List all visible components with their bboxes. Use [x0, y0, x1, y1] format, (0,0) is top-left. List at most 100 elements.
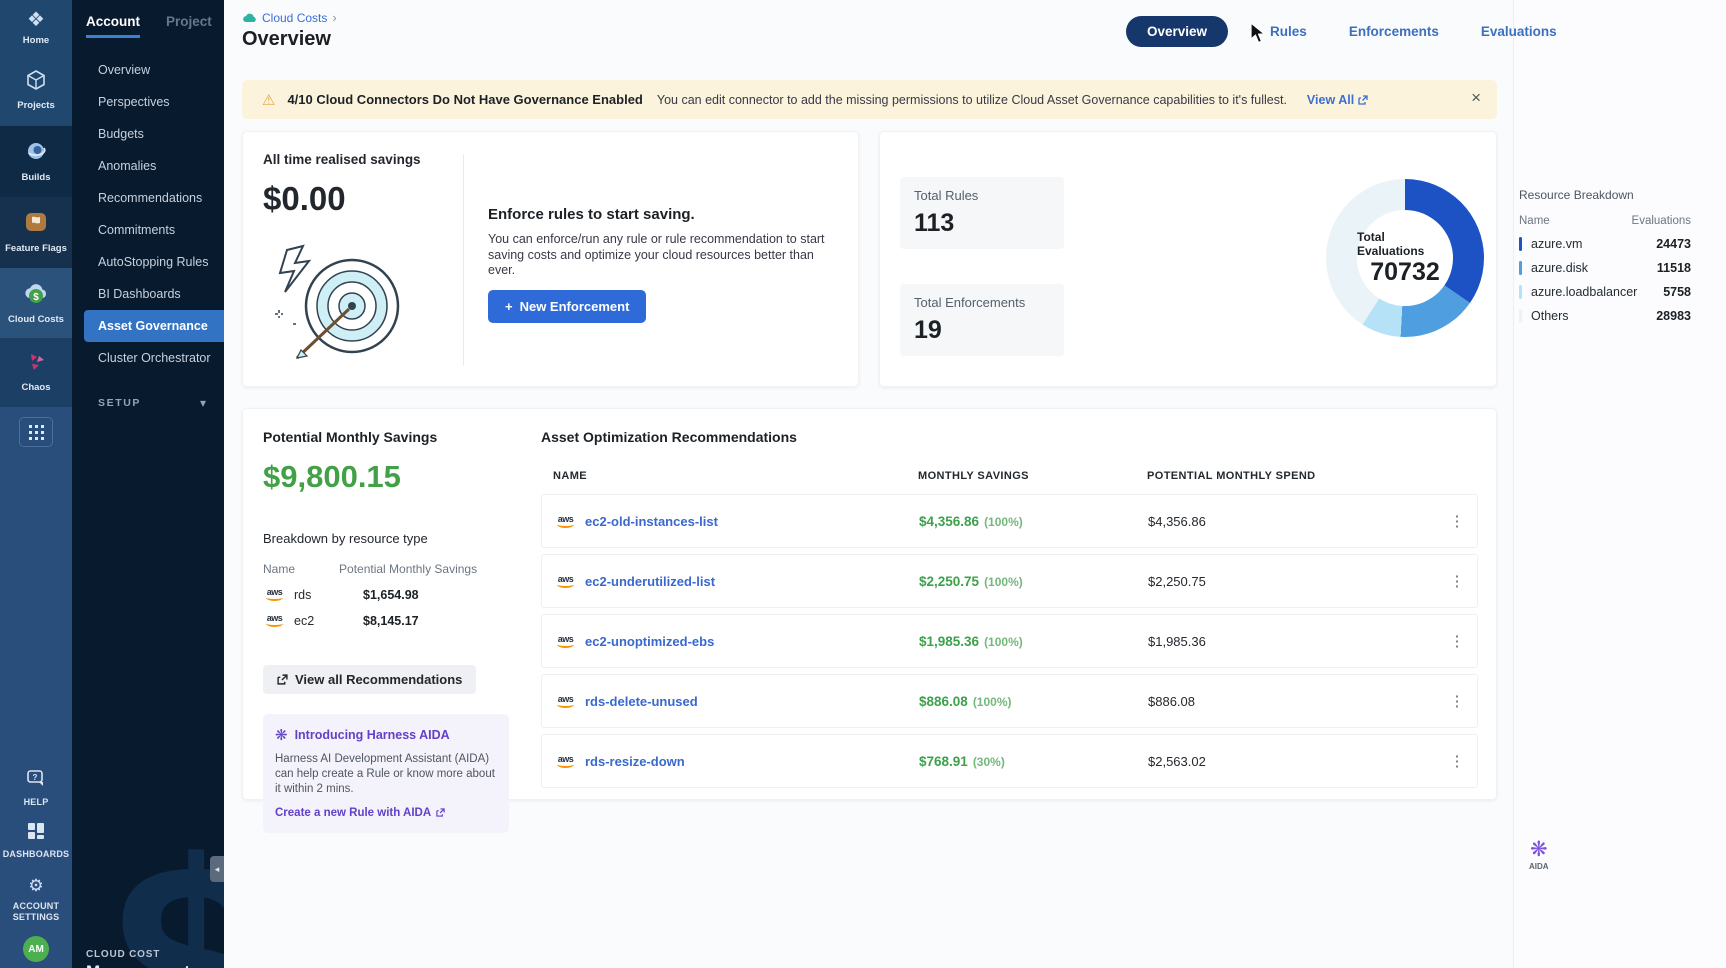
- realised-savings-card: All time realised savings $0.00 Enforce …: [242, 131, 859, 387]
- breadcrumb-chevron-icon: ›: [332, 10, 336, 25]
- tab-rules[interactable]: Rules: [1270, 24, 1307, 39]
- kebab-menu-icon[interactable]: ⋮: [1447, 692, 1467, 710]
- rail-item-chaos[interactable]: Chaos: [0, 338, 72, 407]
- help-icon: ?: [26, 770, 46, 788]
- recommendations-title: Asset Optimization Recommendations: [541, 429, 1478, 445]
- banner-view-all-link[interactable]: View All: [1307, 93, 1368, 107]
- sidebar-item-bi-dashboards[interactable]: BI Dashboards: [72, 278, 224, 310]
- aws-icon: aws: [554, 574, 577, 589]
- breadcrumb-cloud-costs-link[interactable]: Cloud Costs: [262, 11, 327, 25]
- breadcrumb: Cloud Costs ›: [242, 10, 337, 25]
- rule-link[interactable]: ec2-underutilized-list: [585, 574, 715, 589]
- recommendations-table-header: NAME MONTHLY SAVINGS POTENTIAL MONTHLY S…: [541, 470, 1478, 482]
- external-link-icon: [1358, 95, 1368, 105]
- legend-row: Others 28983: [1519, 309, 1691, 323]
- new-enforcement-button[interactable]: + New Enforcement: [488, 290, 646, 323]
- sidebar-setup-toggle[interactable]: SETUP ▾: [98, 396, 206, 410]
- kebab-menu-icon[interactable]: ⋮: [1447, 572, 1467, 590]
- col-name: NAME: [553, 470, 918, 482]
- aida-create-rule-link[interactable]: Create a new Rule with AIDA: [275, 807, 497, 819]
- rail-item-home[interactable]: ❖ Home: [0, 0, 72, 55]
- tab-project[interactable]: Project: [166, 14, 212, 38]
- realised-savings-label: All time realised savings: [263, 152, 421, 167]
- col-monthly-savings: MONTHLY SAVINGS: [918, 470, 1147, 482]
- sidebar-item-commitments[interactable]: Commitments: [72, 214, 224, 246]
- legend-row: azure.vm 24473: [1519, 237, 1691, 251]
- sidebar-menu: Overview Perspectives Budgets Anomalies …: [72, 54, 224, 374]
- builds-icon: [24, 139, 48, 163]
- total-rules-stat: Total Rules 113: [900, 177, 1064, 249]
- card-divider: [463, 154, 464, 366]
- tab-evaluations[interactable]: Evaluations: [1481, 24, 1557, 39]
- external-link-icon: [436, 808, 445, 817]
- feature-flags-icon: [24, 210, 48, 234]
- gear-icon: ⚙: [2, 875, 70, 897]
- sidebar-collapse-handle[interactable]: ◂: [210, 856, 224, 882]
- realised-savings-value: $0.00: [263, 180, 346, 218]
- cloud-costs-breadcrumb-icon: [242, 12, 257, 23]
- aws-icon: aws: [554, 514, 577, 529]
- pot-col-value: Potential Monthly Savings: [339, 562, 477, 576]
- sidebar-item-asset-governance[interactable]: Asset Governance: [84, 310, 224, 342]
- module-grid-button[interactable]: [19, 417, 53, 447]
- projects-cube-icon: [25, 69, 47, 91]
- aida-floating-button[interactable]: ❋ AIDA: [1529, 840, 1549, 871]
- table-row[interactable]: awsec2-underutilized-list $2,250.75(100%…: [541, 554, 1478, 608]
- sidebar-item-budgets[interactable]: Budgets: [72, 118, 224, 150]
- table-row[interactable]: awsrds-delete-unused $886.08(100%) $886.…: [541, 674, 1478, 728]
- rule-link[interactable]: ec2-unoptimized-ebs: [585, 634, 714, 649]
- sidebar-item-perspectives[interactable]: Perspectives: [72, 86, 224, 118]
- rail-item-builds[interactable]: Builds: [0, 126, 72, 197]
- user-avatar[interactable]: AM: [23, 936, 49, 962]
- kebab-menu-icon[interactable]: ⋮: [1447, 512, 1467, 530]
- col-potential-monthly-spend: POTENTIAL MONTHLY SPEND: [1147, 470, 1478, 482]
- rail-item-cloud-costs[interactable]: $ Cloud Costs: [0, 268, 72, 339]
- aws-icon: aws: [263, 613, 286, 628]
- rail-item-feature-flags[interactable]: Feature Flags: [0, 197, 72, 268]
- aida-title: Introducing Harness AIDA: [295, 728, 450, 742]
- banner-body: You can edit connector to add the missin…: [657, 93, 1287, 107]
- aida-promo-panel: ❋ Introducing Harness AIDA Harness AI De…: [263, 714, 509, 833]
- banner-close-icon[interactable]: ×: [1471, 88, 1481, 108]
- kebab-menu-icon[interactable]: ⋮: [1447, 752, 1467, 770]
- legend-swatch: [1519, 309, 1522, 323]
- asset-optimization-section: Asset Optimization Recommendations NAME …: [541, 429, 1478, 794]
- warning-icon: ⚠: [262, 91, 275, 109]
- rule-link[interactable]: ec2-old-instances-list: [585, 514, 718, 529]
- sidebar-item-overview[interactable]: Overview: [72, 54, 224, 86]
- grid-icon: [29, 425, 44, 440]
- governance-warning-banner: ⚠ 4/10 Cloud Connectors Do Not Have Gove…: [242, 80, 1497, 119]
- pot-col-name: Name: [263, 562, 295, 576]
- tab-account[interactable]: Account: [86, 14, 140, 38]
- rail-item-account-settings[interactable]: ⚙ ACCOUNT SETTINGS: [0, 868, 72, 931]
- tab-enforcements[interactable]: Enforcements: [1349, 24, 1439, 39]
- pot-row-rds: aws rds $1,654.98: [263, 587, 513, 602]
- table-row[interactable]: awsec2-unoptimized-ebs $1,985.36(100%) $…: [541, 614, 1478, 668]
- rule-link[interactable]: rds-delete-unused: [585, 694, 698, 709]
- enforce-cta-title: Enforce rules to start saving.: [488, 206, 695, 223]
- sidebar-item-anomalies[interactable]: Anomalies: [72, 150, 224, 182]
- view-all-recommendations-button[interactable]: View all Recommendations: [263, 665, 476, 694]
- rule-link[interactable]: rds-resize-down: [585, 754, 685, 769]
- sidebar-footer: CLOUD COST Management: [86, 949, 190, 968]
- module-rail: ❖ Home Projects Builds Feature Flags $ C…: [0, 0, 72, 968]
- governance-tabs: Overview Rules Enforcements Evaluations: [1126, 16, 1557, 47]
- legend-row: azure.disk 11518: [1519, 261, 1691, 275]
- sidebar-item-recommendations[interactable]: Recommendations: [72, 182, 224, 214]
- table-row[interactable]: awsrds-resize-down $768.91(30%) $2,563.0…: [541, 734, 1478, 788]
- rail-item-projects[interactable]: Projects: [0, 55, 72, 126]
- sidebar-item-cluster-orchestrator[interactable]: Cluster Orchestrator: [72, 342, 224, 374]
- table-row[interactable]: awsec2-old-instances-list $4,356.86(100%…: [541, 494, 1478, 548]
- tab-overview[interactable]: Overview: [1126, 16, 1228, 47]
- rail-item-help[interactable]: ? HELP: [0, 763, 72, 815]
- legend-swatch: [1519, 285, 1522, 299]
- svg-text:$: $: [33, 292, 39, 303]
- rail-item-dashboards[interactable]: DASHBOARDS: [0, 815, 72, 867]
- legend-row: azure.loadbalancer 5758: [1519, 285, 1691, 299]
- kebab-menu-icon[interactable]: ⋮: [1447, 632, 1467, 650]
- plus-icon: +: [505, 299, 513, 314]
- aida-flower-icon: ❋: [275, 726, 288, 744]
- aws-icon: aws: [554, 694, 577, 709]
- sidebar-item-autostopping-rules[interactable]: AutoStopping Rules: [72, 246, 224, 278]
- potential-savings-title: Potential Monthly Savings: [263, 429, 513, 445]
